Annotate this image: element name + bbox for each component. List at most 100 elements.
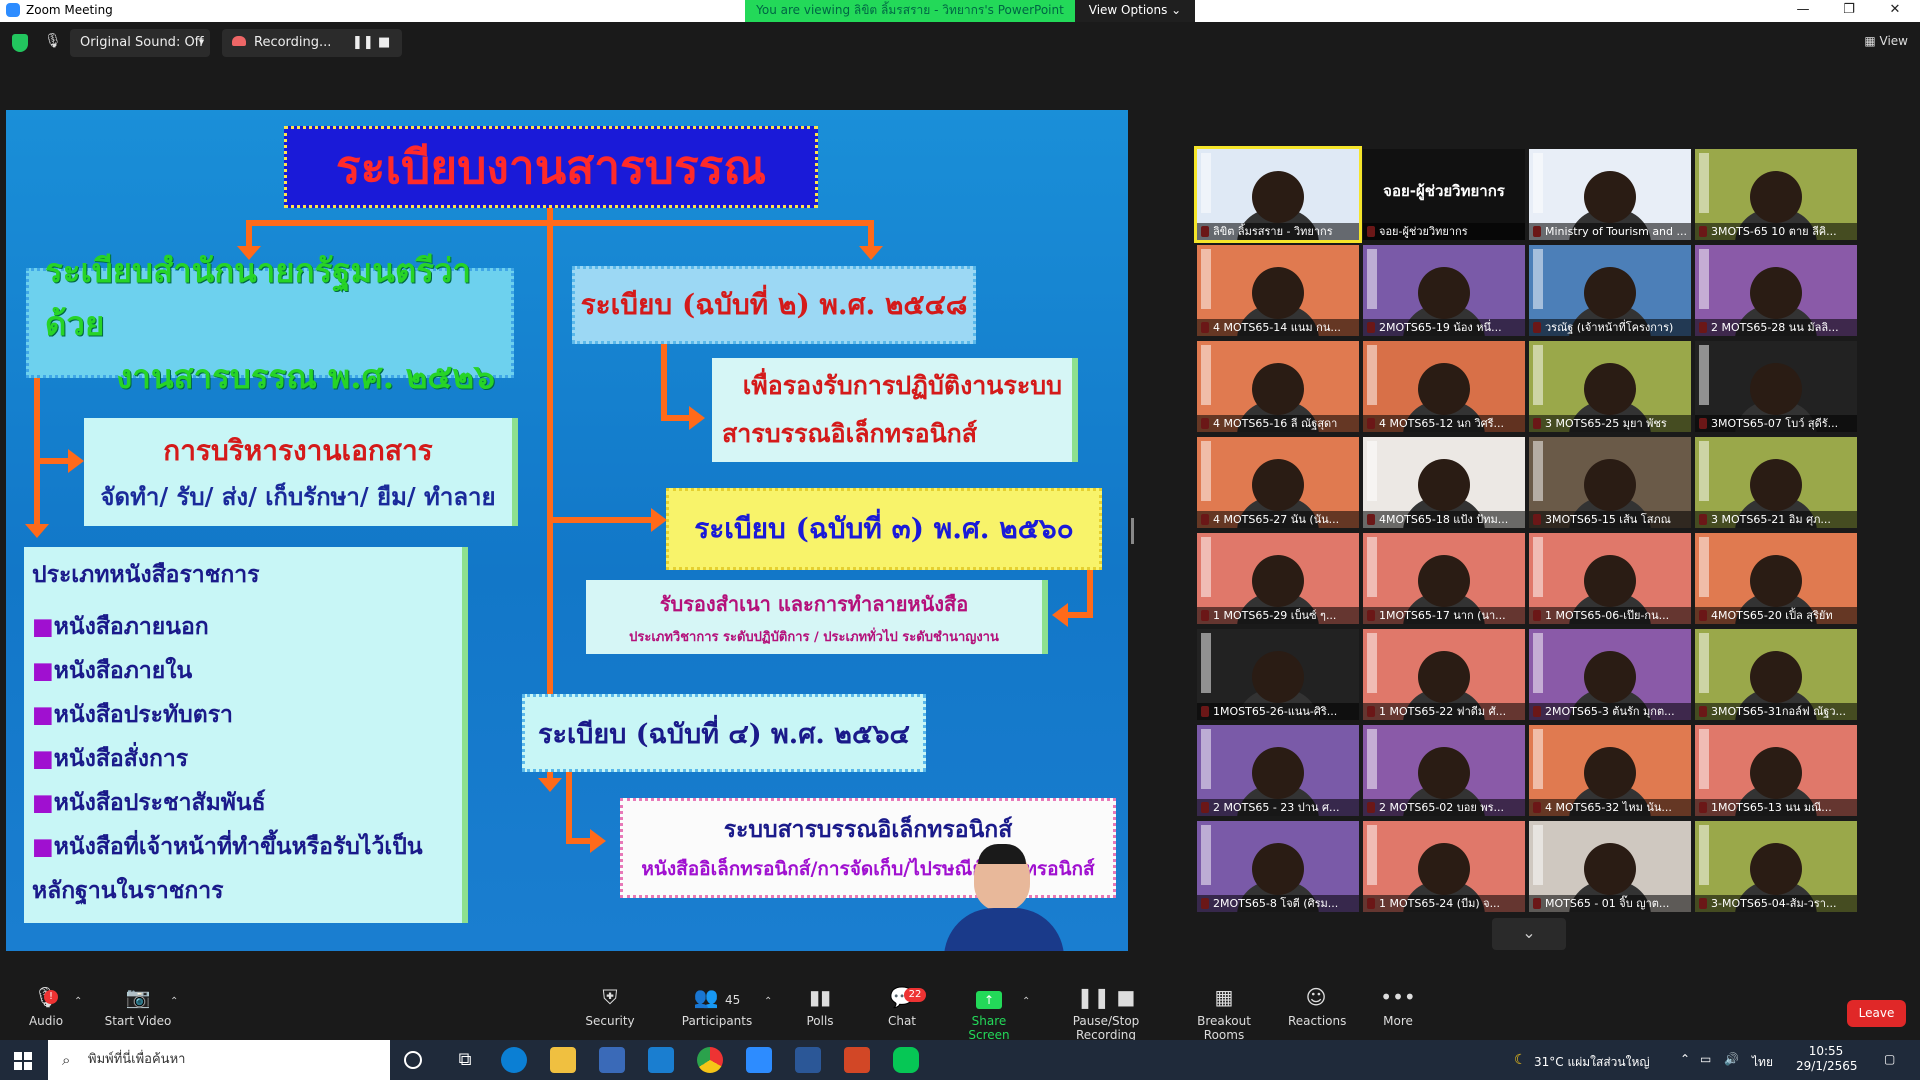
participant-tile[interactable]: 3 MOTS65-25 มุยา พัชร	[1529, 341, 1691, 432]
participant-tile[interactable]: 4 MOTS65-32 ไหม นัน...	[1529, 725, 1691, 816]
polls-button[interactable]: ▮▮ Polls	[802, 986, 838, 1028]
participant-tile[interactable]: 2 MOTS65-28 นน มัลลิ...	[1695, 245, 1857, 336]
share-screen-button[interactable]: ↑ Share Screen	[952, 986, 1026, 1042]
line-icon[interactable]	[893, 1047, 919, 1073]
participant-tile[interactable]: 4MOTS65-18 แป้ง ปัทม...	[1363, 437, 1525, 528]
security-button[interactable]: ⛨ Security	[584, 986, 636, 1028]
participant-tile[interactable]: วรณัฐ (เจ้าหน้าที่โครงการ)	[1529, 245, 1691, 336]
cortana-icon[interactable]	[404, 1051, 422, 1069]
participant-head	[1418, 363, 1470, 415]
participant-name: 2 MOTS65 - 23 ปาน ศ...	[1197, 799, 1359, 816]
participants-button[interactable]: 👥 45 Participants	[680, 986, 754, 1028]
participant-tile[interactable]: 2MOTS65-8 โจตี (ศิรม...	[1197, 821, 1359, 912]
participant-tile[interactable]: 1 MOTS65-22 ฟาดีม ศั...	[1363, 629, 1525, 720]
windows-start-icon[interactable]	[14, 1052, 32, 1070]
mic-small-icon[interactable]: 🎙	[44, 33, 62, 53]
participant-name: 4 MOTS65-14 แนม กน...	[1197, 319, 1359, 336]
clock[interactable]: 10:55 29/1/2565	[1796, 1044, 1858, 1074]
volume-icon[interactable]: 🔊	[1724, 1052, 1739, 1066]
panel-splitter[interactable]	[1131, 518, 1134, 544]
audio-options-chevron[interactable]: ⌃	[74, 996, 82, 1007]
share-screen-icon: ↑	[952, 986, 1026, 1009]
taskbar-search-input[interactable]: ⌕ พิมพ์ที่นี่เพื่อค้นหา	[48, 1040, 390, 1080]
participant-head	[1750, 171, 1802, 223]
participant-tile[interactable]: 1 MOTS65-06-เป๊ย-กน...	[1529, 533, 1691, 624]
virtual-background-label	[1699, 825, 1709, 885]
more-button[interactable]: ••• More	[1380, 986, 1416, 1028]
tray-chevron-icon[interactable]: ⌃	[1680, 1052, 1690, 1066]
participant-tile[interactable]: 4 MOTS65-12 นก วิศรี...	[1363, 341, 1525, 432]
participant-tile[interactable]: 1MOTS65-17 นาก (นา...	[1363, 533, 1525, 624]
zoom-icon[interactable]	[746, 1047, 772, 1073]
view-options-label: View Options	[1088, 3, 1168, 17]
participant-tile[interactable]: 4 MOTS65-14 แนม กน...	[1197, 245, 1359, 336]
restore-button[interactable]: ❐	[1826, 0, 1872, 22]
participant-tile[interactable]: ลิขิต ลิ้มรสราย - วิทยากร	[1194, 146, 1362, 243]
participant-tile[interactable]: 1 MOTS65-24 (บีม) จ...	[1363, 821, 1525, 912]
participant-tile[interactable]: 2MOTS65-19 น้อง หนึ่...	[1363, 245, 1525, 336]
network-icon[interactable]: ▭	[1700, 1052, 1711, 1066]
list-item: ■หนังสือภายใน	[32, 657, 193, 684]
minimize-button[interactable]: —	[1780, 0, 1826, 22]
participant-tile[interactable]: 4 MOTS65-27 นัน (นัน...	[1197, 437, 1359, 528]
mail-icon[interactable]	[648, 1047, 674, 1073]
participant-head	[1584, 651, 1636, 703]
participant-tile[interactable]: 2 MOTS65 - 23 ปาน ศ...	[1197, 725, 1359, 816]
input-language[interactable]: ไทย	[1752, 1053, 1773, 1072]
gallery-next-page-button[interactable]: ⌄	[1492, 918, 1566, 950]
participant-tile[interactable]: 1MOTS65-13 นน มณี...	[1695, 725, 1857, 816]
pause-recording-label: Pause/Stop Recording	[1072, 1014, 1140, 1042]
participants-options-chevron[interactable]: ⌃	[764, 996, 772, 1007]
participant-tile[interactable]: 4MOTS65-20 เปิ้ล สุริยัท	[1695, 533, 1857, 624]
participant-tile[interactable]: 2 MOTS65-02 บอย พร...	[1363, 725, 1525, 816]
participant-tile[interactable]: 3 MOTS65-21 อิม ศุภ...	[1695, 437, 1857, 528]
word-icon[interactable]	[795, 1047, 821, 1073]
participant-name: 3 MOTS65-25 มุยา พัชร	[1529, 415, 1691, 432]
participant-name: 1MOTS65-13 นน มณี...	[1695, 799, 1857, 816]
participant-tile[interactable]: 3MOTS65-07 โบว์ สุดีรั...	[1695, 341, 1857, 432]
breakout-rooms-button[interactable]: ▦ Breakout Rooms	[1180, 986, 1268, 1042]
participant-tile[interactable]: 3MOTS65-31กอล์ฟ ณัฐว...	[1695, 629, 1857, 720]
video-options-chevron[interactable]: ⌃	[170, 996, 178, 1007]
pause-icon[interactable]: ❚❚	[352, 29, 374, 57]
participant-tile[interactable]: 3MOTS-65 10 ตาย ลีคิ...	[1695, 149, 1857, 240]
participant-tile[interactable]: จอย-ผู้ช่วยวิทยากร จอย-ผู้ช่วยวิทยากร	[1363, 149, 1525, 240]
participant-tile[interactable]: 3-MOTS65-04-ส้ม-วรา...	[1695, 821, 1857, 912]
participant-tile[interactable]: 2MOTS65-3 ต้นรัก มุกต...	[1529, 629, 1691, 720]
edge-icon[interactable]	[501, 1047, 527, 1073]
original-sound-button[interactable]: Original Sound: Off ▾	[70, 29, 210, 57]
participant-tile[interactable]: 3MOTS65-15 เส้น โสภณ	[1529, 437, 1691, 528]
participant-tile[interactable]: 1MOST65-26-แนน-ศิริ...	[1197, 629, 1359, 720]
stop-icon[interactable]: ■	[378, 29, 390, 57]
powerpoint-icon[interactable]	[844, 1047, 870, 1073]
participant-name: 4 MOTS65-32 ไหม นัน...	[1529, 799, 1691, 816]
participant-name: 3 MOTS65-21 อิม ศุภ...	[1695, 511, 1857, 528]
chevron-down-icon[interactable]: ▾	[199, 29, 204, 57]
participant-tile[interactable]: MOTS65 - 01 จิ๊บ ญาต...	[1529, 821, 1691, 912]
reactions-button[interactable]: ☺ Reactions	[1288, 986, 1346, 1028]
leave-button[interactable]: Leave	[1847, 1000, 1906, 1027]
notifications-icon[interactable]: ▢	[1884, 1052, 1895, 1066]
virtual-background-label	[1533, 633, 1543, 693]
box4-title: การบริหารงานเอกสาร	[163, 433, 433, 467]
start-video-button[interactable]: 📷 Start Video	[104, 986, 172, 1028]
document-types-list: ประเภทหนังสือราชการ ■หนังสือภายนอก ■หนัง…	[24, 547, 468, 923]
recording-label: Recording...	[254, 35, 332, 50]
view-options-button[interactable]: View Options ⌄	[1075, 0, 1195, 22]
connector-line	[1068, 612, 1093, 618]
presenter-video	[944, 842, 1064, 951]
participant-head	[1252, 459, 1304, 511]
file-explorer-icon[interactable]	[550, 1047, 576, 1073]
chrome-icon[interactable]	[697, 1047, 723, 1073]
close-button[interactable]: ✕	[1872, 0, 1918, 22]
view-layout-button[interactable]: ▦ View	[1864, 34, 1908, 48]
participant-tile[interactable]: 1 MOTS65-29 เบ็นซ์ ๆ...	[1197, 533, 1359, 624]
participant-tile[interactable]: 4 MOTS65-16 ลี ณัฐสุดา	[1197, 341, 1359, 432]
participant-head	[1584, 555, 1636, 607]
store-icon[interactable]	[599, 1047, 625, 1073]
pause-stop-recording-button[interactable]: ❚❚ ■ Pause/Stop Recording	[1046, 986, 1166, 1042]
security-shield-icon[interactable]	[12, 34, 28, 52]
share-options-chevron[interactable]: ⌃	[1022, 996, 1030, 1007]
participant-tile[interactable]: Ministry of Tourism and ...	[1529, 149, 1691, 240]
task-view-icon[interactable]: ⧉	[452, 1047, 478, 1073]
